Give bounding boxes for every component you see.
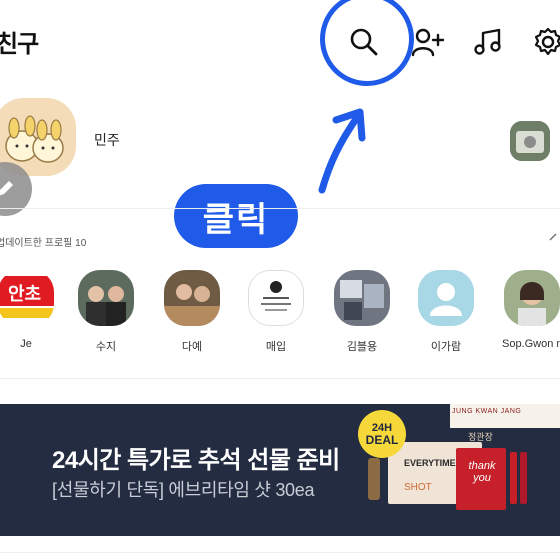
new-update-dot	[248, 270, 249, 275]
friend-name: 매입	[265, 341, 287, 353]
friend-name: 수지	[95, 341, 117, 353]
friend-name: 이가람	[430, 341, 462, 353]
brand-name-en: JUNG KWAN JANG	[452, 408, 522, 415]
friend-avatar	[78, 270, 134, 326]
click-label-badge: 클릭	[174, 184, 298, 248]
friend-avatar: 안초	[0, 270, 54, 326]
highlight-ring	[320, 0, 414, 86]
friend-avatar	[418, 270, 474, 326]
deal-badge-line2: DEAL	[365, 432, 399, 447]
friend-name: 김블용	[346, 341, 378, 353]
product-stick	[510, 452, 517, 504]
friend-avatar	[164, 270, 220, 326]
promo-banner[interactable]: 24시간 특가로 추석 선물 준비 [선물하기 단독] 에브리타임 샷 30ea…	[0, 404, 560, 536]
profile-music-thumbnail[interactable]	[510, 121, 550, 161]
friend-name: 다예	[181, 341, 203, 353]
product-stick	[520, 452, 527, 504]
product-box-text: SHOT	[404, 482, 432, 493]
friend-avatar	[248, 270, 304, 326]
friend-avatar	[504, 270, 560, 326]
my-profile-name[interactable]: 민주	[94, 130, 120, 150]
friend-name: Sop.Gwon mi	[502, 338, 560, 350]
page-title: 친구	[0, 31, 39, 58]
divider	[0, 552, 560, 553]
music-icon[interactable]	[470, 24, 506, 60]
friend-item[interactable]: 매입	[246, 270, 306, 354]
product-box-text: EVERYTIME	[404, 458, 456, 468]
friend-item[interactable]: Sop.Gwon mi	[502, 270, 560, 350]
divider	[0, 378, 560, 379]
svg-text:안초: 안초	[8, 284, 41, 305]
banner-subtitle: [선물하기 단독] 에브리타임 샷 30ea	[52, 480, 315, 500]
friend-item[interactable]: 수지	[76, 270, 136, 354]
brand-name-ko: 정관장	[468, 432, 493, 442]
friend-item[interactable]: 이가람	[416, 270, 476, 354]
friend-item[interactable]: 김블용	[332, 270, 392, 354]
updated-profiles-label: 업데이트한 프로필 10	[0, 238, 87, 249]
divider	[0, 208, 560, 209]
settings-icon[interactable]	[530, 24, 560, 60]
pointer-arrow-icon	[318, 108, 366, 194]
friend-item[interactable]: 안초 Je	[0, 270, 56, 350]
friend-item[interactable]: 다예	[162, 270, 222, 354]
deal-badge: 24H DEAL	[358, 410, 406, 458]
product-red-box-text: thank you	[468, 460, 496, 485]
deal-badge-line1: 24H	[371, 421, 393, 434]
chevron-up-icon[interactable]	[548, 230, 560, 244]
friend-name: Je	[20, 338, 32, 350]
product-bottle	[368, 458, 380, 500]
banner-title: 24시간 특가로 추석 선물 준비	[52, 447, 340, 474]
friend-avatar	[334, 270, 390, 326]
add-friend-icon[interactable]	[410, 24, 446, 60]
